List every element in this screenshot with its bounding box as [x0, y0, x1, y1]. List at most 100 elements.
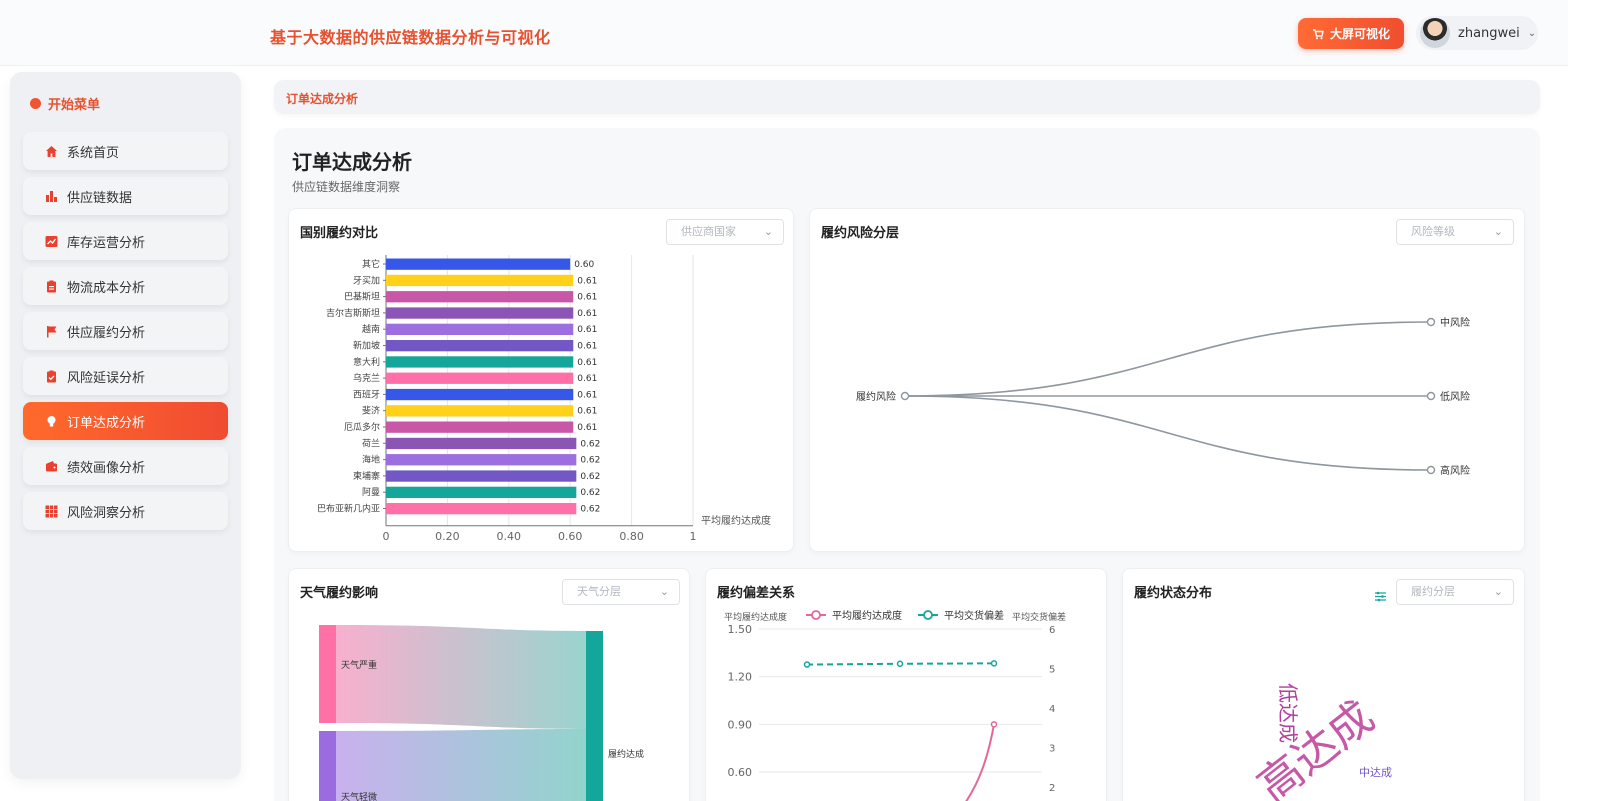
tree-link: [904, 321, 1432, 397]
bar-value-label: 0.61: [577, 309, 597, 319]
y-right-tick-label: 2: [1049, 783, 1055, 794]
word: 中达成: [1359, 766, 1392, 779]
tree-root-label: 履约风险: [856, 390, 896, 403]
clipboard-icon: [44, 279, 58, 293]
cart-icon: [1312, 28, 1324, 39]
risk-layer-card: 履约风险分层 风险等级 ⌄ 中风险 低风险 高风险 履约风险: [809, 208, 1525, 552]
sankey-flow: [336, 625, 586, 729]
avatar: [1420, 18, 1450, 48]
y-tick-label: 西班牙: [353, 388, 380, 400]
y-tick-label: 乌克兰: [353, 372, 380, 384]
bar-value-label: 0.61: [577, 407, 597, 417]
home-icon: [44, 144, 58, 158]
x-tick-label: 0.60: [558, 530, 583, 543]
menu-heading-label: 开始菜单: [48, 98, 101, 113]
x-axis-label: 平均履约达成度: [701, 514, 771, 527]
bar-value-label: 0.61: [577, 374, 597, 384]
sankey-target-label: 履约达成: [608, 748, 644, 760]
y-right-tick-label: 5: [1049, 665, 1055, 676]
bar-value-label: 0.62: [580, 488, 600, 498]
breadcrumb-current[interactable]: 订单达成分析: [286, 90, 358, 107]
bar-value-label: 0.62: [580, 456, 600, 466]
bar: [386, 356, 574, 368]
bigscreen-button[interactable]: 大屏可视化: [1298, 18, 1404, 49]
lightbulb-icon: [44, 414, 58, 428]
bar: [386, 291, 574, 303]
y-left-tick-label: 0.90: [728, 718, 753, 731]
y-tick-label: 巴布亚新几内亚: [317, 503, 380, 515]
sidebar-item-home[interactable]: 系统首页: [23, 132, 228, 170]
bar-value-label: 0.61: [577, 325, 597, 335]
risk-tree-chart: 中风险低风险高风险 履约风险: [856, 316, 1470, 477]
tree-link: [904, 395, 1432, 471]
sankey-flow: [336, 729, 586, 801]
status-distribution-card: 履约状态分布 履约分层 ⌄ 低达成 高达成 中达成: [1122, 568, 1525, 801]
bar-value-label: 0.62: [580, 505, 600, 515]
sidebar-item-fulfillment[interactable]: 供应履约分析: [23, 312, 228, 350]
sidebar-item-label: 风险延误分析: [67, 370, 146, 386]
bar: [386, 388, 574, 401]
sidebar-item-logistics[interactable]: 物流成本分析: [23, 267, 228, 305]
sidebar-item-inventory[interactable]: 库存运营分析: [23, 222, 228, 260]
sidebar-item-label: 风险洞察分析: [67, 505, 146, 521]
deviation-point: [896, 660, 904, 668]
y-right-tick-label: 3: [1049, 744, 1055, 755]
sankey-source-node: [319, 625, 336, 723]
bar: [386, 486, 577, 498]
tree-leaf-label: 高风险: [1440, 464, 1470, 477]
bar: [386, 340, 574, 352]
legend-marker: [923, 610, 933, 620]
sidebar-item-label: 供应履约分析: [67, 325, 146, 341]
top-bar: 基于大数据的供应链数据分析与可视化 大屏可视化 zhangwei ⌄: [0, 0, 1568, 66]
y-tick-label: 柬埔寨: [353, 470, 380, 482]
sidebar-item-risk-delay[interactable]: 风险延误分析: [23, 357, 228, 395]
legend-label: 平均履约达成度: [832, 609, 902, 622]
country-fulfillment-card: 国别履约对比 供应商国家 ⌄ 0 0.20 0.40 0.60 0.80 1 其它 0.60 牙…: [288, 208, 794, 552]
weather-sankey-chart: 天气严重天气轻微 履约达成: [319, 625, 644, 801]
deviation-point: [803, 661, 811, 668]
bar-chart-icon: [44, 189, 58, 203]
y-right-tick-label: 6: [1049, 625, 1055, 636]
sidebar-item-label: 系统首页: [67, 145, 120, 161]
sidebar-item-label: 库存运营分析: [67, 235, 146, 251]
x-tick-label: 0.20: [435, 530, 460, 543]
bar-value-label: 0.61: [577, 293, 597, 303]
deviation-card: 履约偏差关系 1.50 1.20 0.90 0.60 6 5 4 3 2 平均履约达成度 平均交货偏…: [705, 568, 1107, 801]
y-left-axis-label: 平均履约达成度: [724, 611, 787, 623]
status-wordcloud: 低达成高达成中达成: [1248, 683, 1392, 801]
tree-leaf-node: [1426, 391, 1436, 401]
achievement-series-line: [965, 724, 995, 801]
bigscreen-label: 大屏可视化: [1329, 27, 1390, 41]
y-tick-label: 斐济: [362, 405, 380, 417]
legend-label: 平均交货偏差: [944, 609, 1004, 622]
page-title: 订单达成分析: [292, 150, 412, 174]
tree-root-node: [900, 391, 910, 401]
y-tick-label: 海地: [362, 454, 380, 466]
sidebar-item-label: 供应链数据: [67, 190, 133, 206]
user-menu[interactable]: zhangwei ⌄: [1416, 16, 1538, 50]
username: zhangwei: [1458, 25, 1520, 41]
y-left-tick-label: 1.20: [728, 671, 753, 684]
bar-value-label: 0.60: [574, 260, 594, 270]
country-bar-chart: 0 0.20 0.40 0.60 0.80 1 其它 0.60 牙买加 0.61 巴基斯坦 0.61 吉…: [317, 255, 771, 543]
app-title: 基于大数据的供应链数据分析与可视化: [270, 28, 551, 47]
wallet-icon: [44, 459, 58, 473]
breadcrumb: 订单达成分析: [274, 80, 1540, 114]
sidebar-item-supply-data[interactable]: 供应链数据: [23, 177, 228, 215]
tree-leaf-label: 中风险: [1440, 316, 1470, 329]
bar-value-label: 0.61: [577, 276, 597, 286]
sidebar-item-performance[interactable]: 绩效画像分析: [23, 447, 228, 485]
sankey-source-label: 天气轻微: [341, 791, 377, 801]
bar-value-label: 0.62: [580, 439, 600, 449]
bar-value-label: 0.61: [577, 423, 597, 433]
bar: [386, 421, 574, 433]
y-tick-label: 越南: [362, 323, 380, 335]
weather-impact-card: 天气履约影响 天气分层 ⌄ 天气严重 天气轻微 履约达成: [288, 568, 690, 801]
sidebar-item-order-achievement[interactable]: 订单达成分析: [23, 402, 228, 440]
sidebar-item-risk-insight[interactable]: 风险洞察分析: [23, 492, 228, 530]
deviation-point: [990, 660, 998, 667]
sankey-target-node: [586, 631, 603, 801]
sidebar: 开始菜单 系统首页 供应链数据 库存运营分析 物流成本分析 供应履约分析 风险延…: [10, 72, 241, 779]
x-tick-label: 0.80: [619, 530, 644, 543]
menu-heading: 开始菜单: [30, 94, 100, 113]
